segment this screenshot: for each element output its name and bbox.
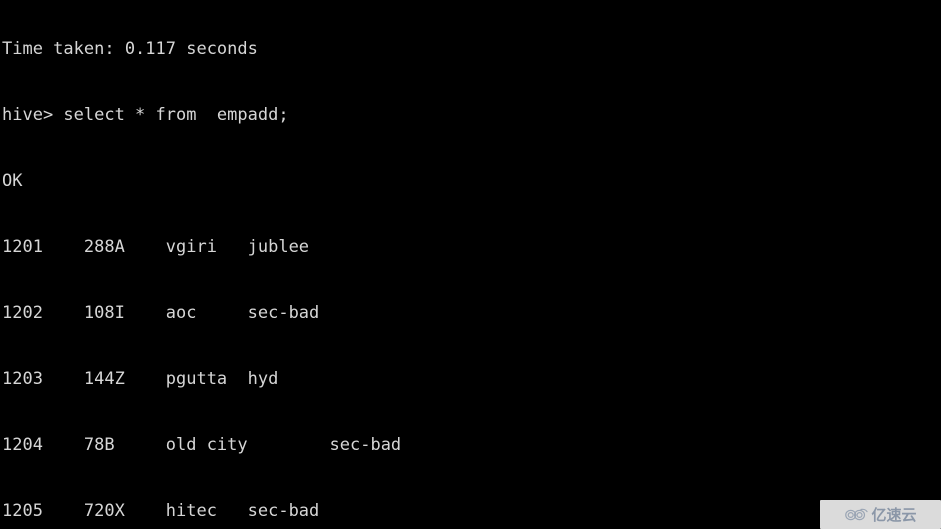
watermark-text: 亿速云 <box>871 505 917 524</box>
terminal-output: Time taken: 0.117 seconds hive> select *… <box>2 0 452 529</box>
terminal-line: OK <box>2 171 23 191</box>
terminal-window[interactable]: Time taken: 0.117 seconds hive> select *… <box>0 0 941 529</box>
watermark: 亿速云 <box>820 500 941 529</box>
terminal-line: Time taken: 0.117 seconds <box>2 39 258 59</box>
terminal-line: 1203 144Z pgutta hyd <box>2 369 279 389</box>
terminal-line: 1205 720X hitec sec-bad <box>2 501 320 521</box>
terminal-line: 1204 78B old city sec-bad <box>2 435 402 455</box>
terminal-line: hive> select * from empadd; <box>2 105 289 125</box>
cloud-logo-icon <box>845 508 869 520</box>
terminal-line: 1202 108I aoc sec-bad <box>2 303 320 323</box>
terminal-line: 1201 288A vgiri jublee <box>2 237 310 257</box>
